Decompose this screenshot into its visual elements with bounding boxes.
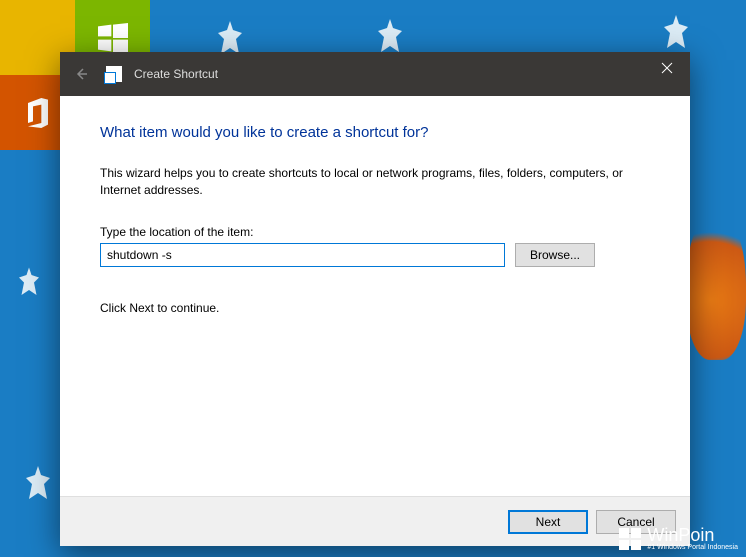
location-label: Type the location of the item: [100,225,650,239]
shortcut-icon [106,66,122,82]
next-button[interactable]: Next [508,510,588,534]
watermark-text: WinPoin #1 Windows Portal Indonesia [647,526,738,551]
back-button [68,60,96,88]
close-button[interactable] [644,52,690,84]
wizard-heading: What item would you like to create a sho… [100,124,650,141]
watermark-subtitle: #1 Windows Portal Indonesia [647,544,738,551]
office-icon [18,93,58,133]
location-input[interactable] [100,243,505,267]
dialog-footer: Next Cancel [60,496,690,546]
wizard-description: This wizard helps you to create shortcut… [100,165,650,199]
watermark: WinPoin #1 Windows Portal Indonesia [619,526,738,551]
input-row: Browse... [100,243,650,267]
browse-button[interactable]: Browse... [515,243,595,267]
continue-text: Click Next to continue. [100,301,650,315]
window-title: Create Shortcut [134,67,218,81]
unicorn-decoration [8,457,68,517]
watermark-logo-icon [619,528,641,550]
unicorn-decoration [4,260,54,310]
dialog-content: What item would you like to create a sho… [60,96,690,496]
back-arrow-icon [74,66,90,82]
create-shortcut-dialog: Create Shortcut What item would you like… [60,52,690,546]
fire-decoration [686,210,746,360]
close-icon [661,62,673,74]
watermark-title: WinPoin [647,526,738,544]
titlebar[interactable]: Create Shortcut [60,52,690,96]
